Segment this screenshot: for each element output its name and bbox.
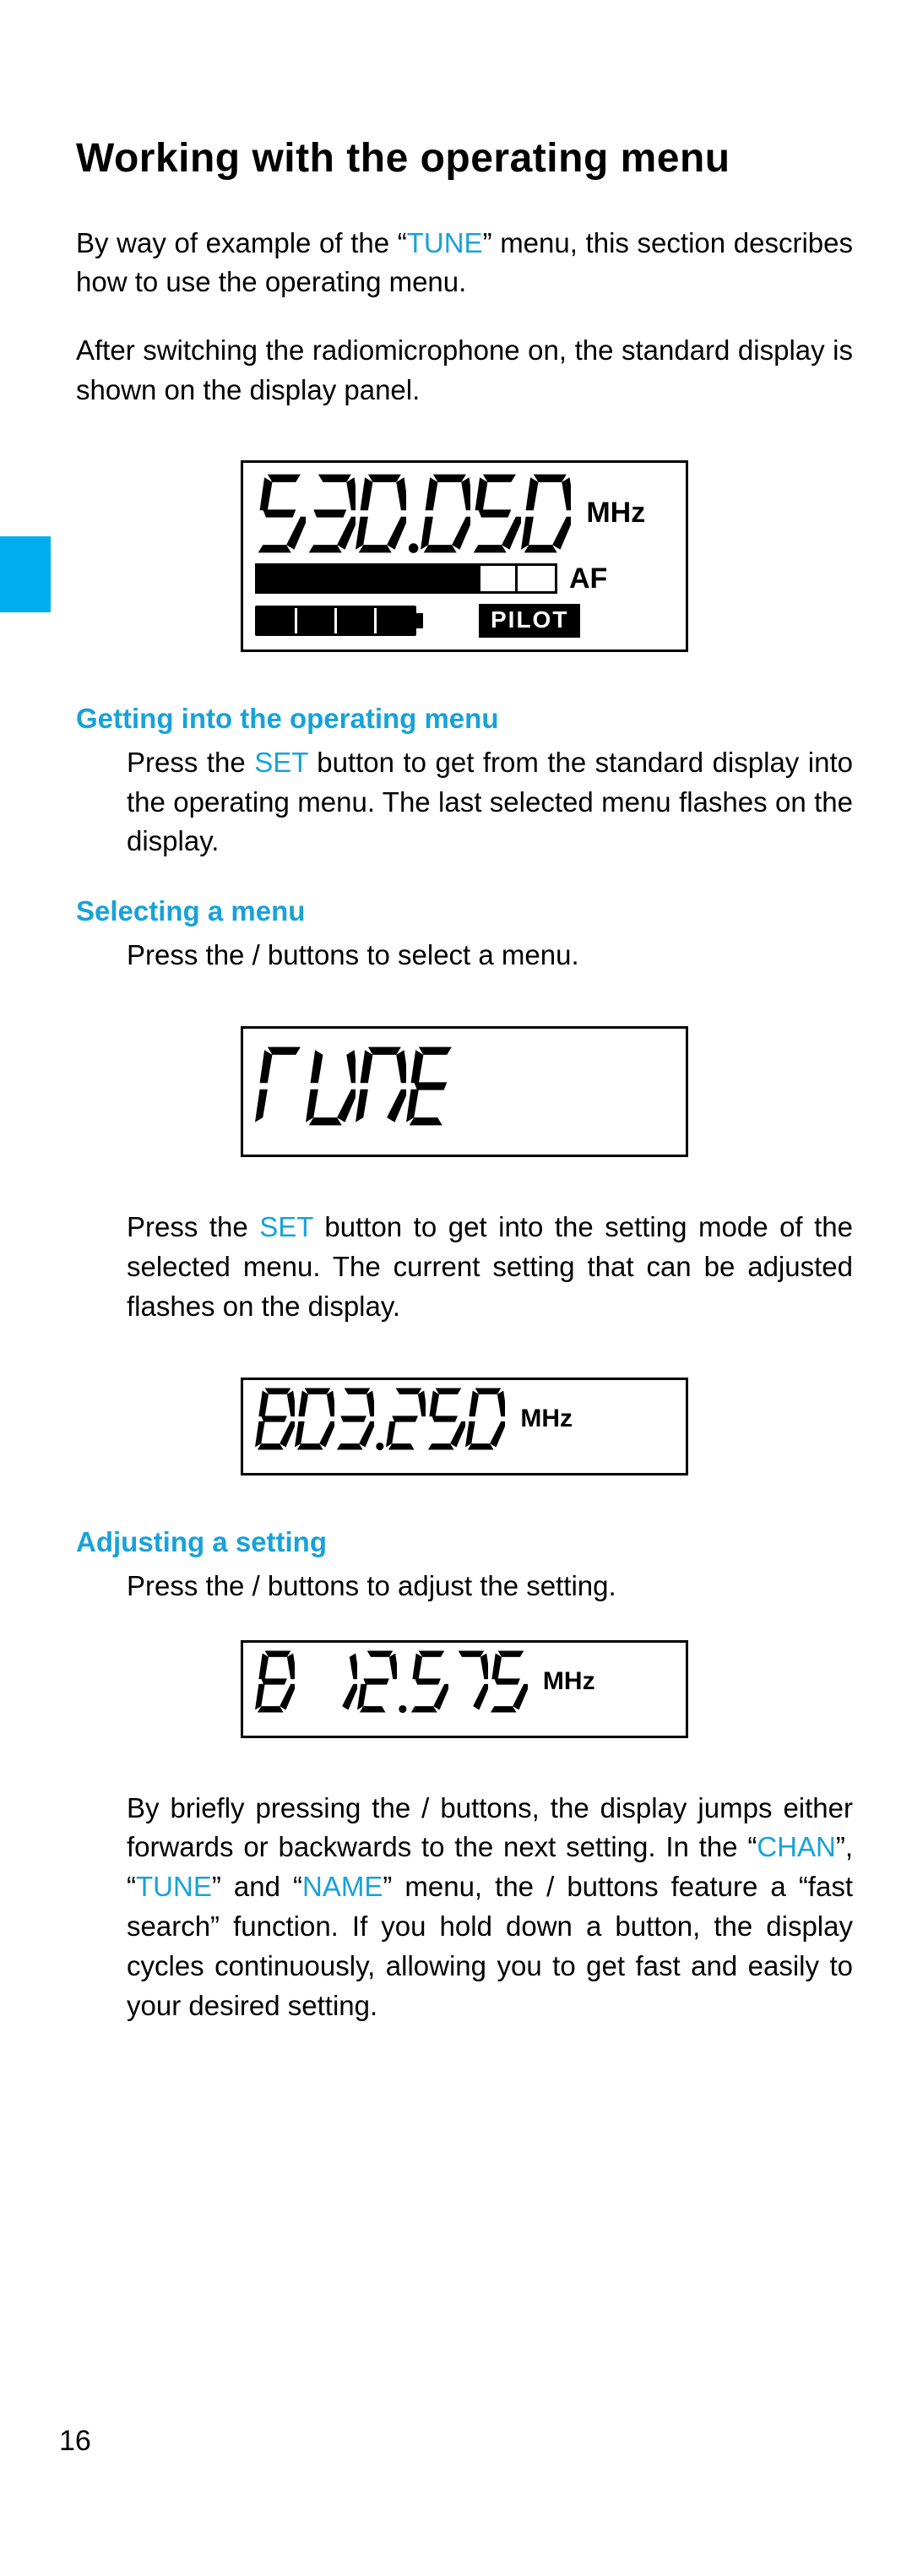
battery-row: PILOT: [255, 604, 674, 638]
lcd-display-freq-812: MHz: [241, 1640, 688, 1738]
text: By briefly pressing the / buttons, the d…: [127, 1792, 853, 1863]
text: By way of example of the “: [76, 227, 407, 258]
keyword-set: SET: [259, 1211, 313, 1242]
lcd-display-standard: MHz AF PILOT: [241, 460, 688, 652]
seven-segment-readout: [255, 1387, 505, 1451]
seven-segment-readout: [255, 473, 571, 554]
section-adjusting-setting: Adjusting a setting: [76, 1526, 853, 1558]
intro-paragraph-2: After switching the radiomicrophone on, …: [76, 331, 853, 409]
text: ” and “: [212, 1871, 302, 1902]
pilot-indicator: PILOT: [479, 604, 580, 638]
section-selecting-menu: Selecting a menu: [76, 895, 853, 927]
margin-accent: [0, 536, 51, 612]
page-number: 16: [59, 2425, 91, 2458]
unit-mhz: MHz: [543, 1667, 595, 1696]
keyword-name: NAME: [302, 1871, 383, 1902]
af-label: AF: [569, 562, 607, 595]
adjusting-text-1: Press the / buttons to adjust the settin…: [127, 1567, 853, 1606]
battery-icon: [255, 606, 423, 636]
selecting-menu-text-2: Press the SET button to get into the set…: [127, 1208, 853, 1327]
af-level-row: AF: [255, 562, 674, 595]
lcd-display-tune: [241, 1026, 688, 1157]
seven-segment-readout: [255, 1649, 528, 1714]
unit-mhz: MHz: [520, 1405, 573, 1433]
adjusting-text-2: By briefly pressing the / buttons, the d…: [127, 1789, 853, 2026]
battery-cap: [416, 613, 423, 628]
lcd-freq-row: MHz: [255, 473, 674, 554]
text: Press the: [127, 1211, 259, 1242]
document-page: Working with the operating menu By way o…: [0, 0, 912, 2576]
unit-mhz: MHz: [586, 497, 645, 530]
text: Press the: [127, 747, 254, 778]
page-title: Working with the operating menu: [76, 135, 853, 182]
getting-into-text: Press the SET button to get from the sta…: [127, 743, 853, 862]
keyword-set: SET: [254, 747, 308, 778]
af-bargraph: [255, 563, 557, 594]
keyword-chan: CHAN: [757, 1831, 836, 1862]
section-getting-into-menu: Getting into the operating menu: [76, 703, 853, 735]
intro-paragraph-1: By way of example of the “TUNE” menu, th…: [76, 224, 853, 302]
seven-segment-tune-word: [255, 1046, 456, 1127]
selecting-menu-text-1: Press the / buttons to select a menu.: [127, 936, 853, 976]
lcd-display-freq-803: MHz: [241, 1378, 688, 1475]
keyword-tune: TUNE: [136, 1871, 212, 1902]
keyword-tune: TUNE: [407, 227, 483, 258]
battery-body: [255, 606, 416, 636]
